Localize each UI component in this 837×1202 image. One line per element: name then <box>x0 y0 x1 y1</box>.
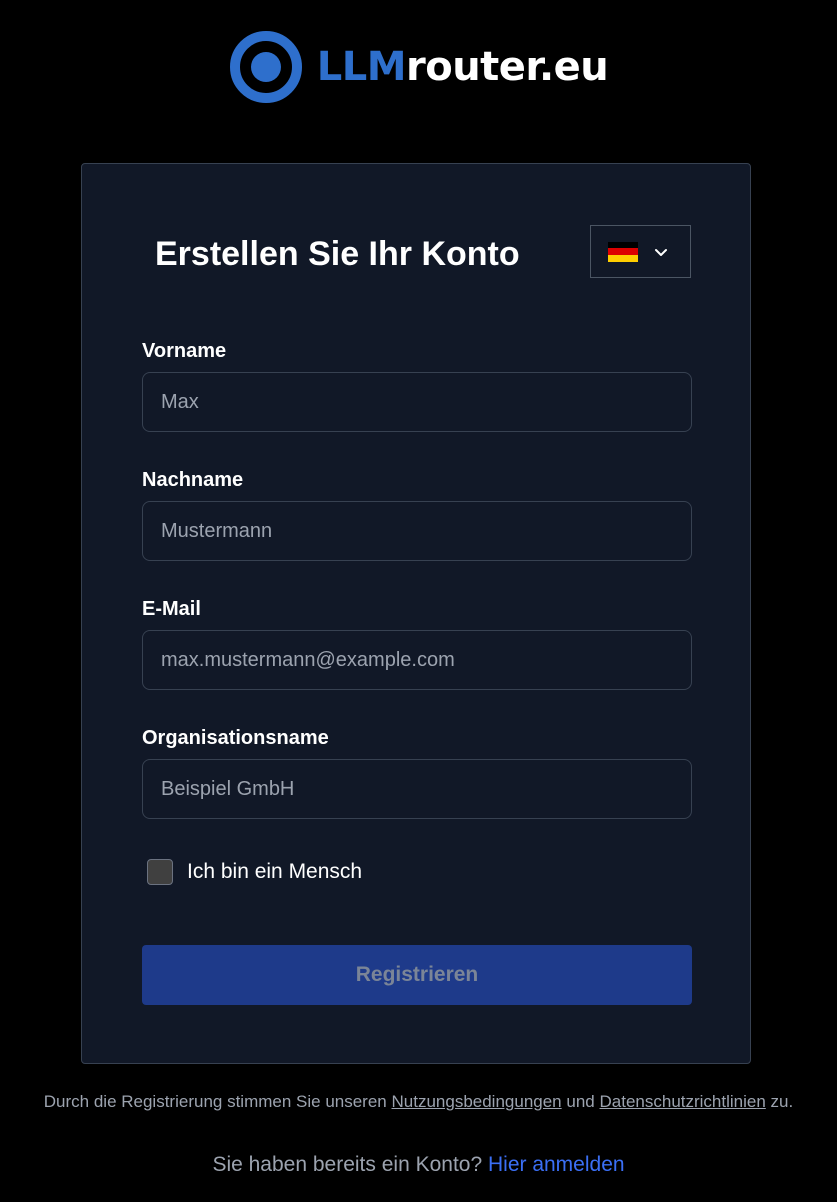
first-name-input[interactable] <box>142 372 692 432</box>
first-name-label: Vorname <box>142 340 227 362</box>
organization-input[interactable] <box>142 759 692 819</box>
terms-link[interactable]: Nutzungsbedingungen <box>392 1092 562 1111</box>
terms-and: und <box>566 1092 595 1111</box>
email-label: E-Mail <box>142 598 201 620</box>
email-input[interactable] <box>142 630 692 690</box>
brand-name-accent: LLM <box>316 44 407 90</box>
login-link[interactable]: Hier anmelden <box>488 1153 625 1176</box>
organization-label: Organisationsname <box>142 727 329 749</box>
chevron-down-icon <box>655 248 667 256</box>
brand-name: LLMrouter.eu <box>317 30 609 104</box>
terms-notice: Durch die Registrierung stimmen Sie unse… <box>0 1092 837 1112</box>
terms-suffix: zu. <box>770 1092 794 1111</box>
brand-logo: LLMrouter.eu <box>0 30 837 104</box>
login-prompt-row: Sie haben bereits ein Konto? Hier anmeld… <box>0 1153 837 1177</box>
captcha-label: Ich bin ein Mensch <box>187 860 363 883</box>
page-title: Erstellen Sie Ihr Konto <box>155 235 520 273</box>
signup-card: Erstellen Sie Ihr Konto Vorname Nachname… <box>81 163 751 1064</box>
terms-prefix: Durch die Registrierung stimmen Sie unse… <box>43 1092 387 1111</box>
germany-flag-icon <box>608 241 638 262</box>
login-prompt: Sie haben bereits ein Konto? <box>212 1153 483 1176</box>
brand-name-rest: router.eu <box>406 44 609 90</box>
last-name-input[interactable] <box>142 501 692 561</box>
last-name-label: Nachname <box>142 469 244 491</box>
captcha-checkbox[interactable] <box>147 859 173 885</box>
captcha-row[interactable]: Ich bin ein Mensch <box>147 859 362 885</box>
privacy-link[interactable]: Datenschutzrichtlinien <box>600 1092 766 1111</box>
register-button[interactable]: Registrieren <box>142 945 692 1005</box>
language-selector[interactable] <box>590 225 691 278</box>
logo-ring-icon <box>229 31 302 103</box>
